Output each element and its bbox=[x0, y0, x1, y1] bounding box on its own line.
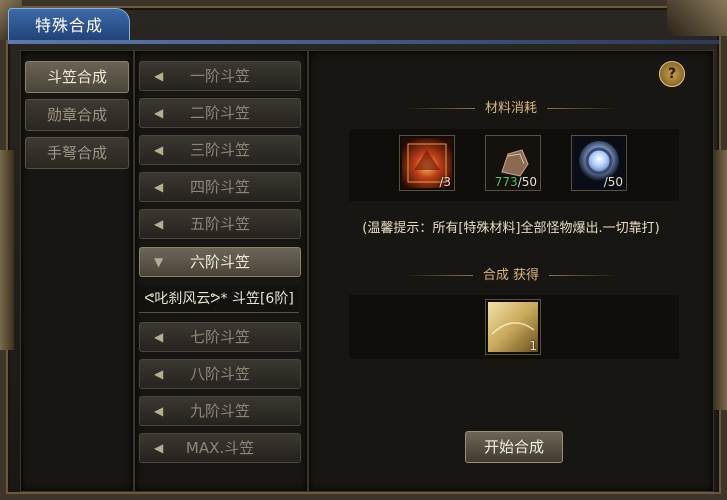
tier-label: MAX.斗笠 bbox=[185, 439, 255, 457]
material-count: 773/50 bbox=[494, 175, 537, 189]
material-slot[interactable]: 773/50 bbox=[485, 135, 541, 191]
tier-item[interactable]: ◀ 八阶斗笠 bbox=[139, 359, 301, 389]
result-header: 合成 获得 bbox=[309, 266, 713, 286]
tier-item[interactable]: ◀ 三阶斗笠 bbox=[139, 135, 301, 165]
tier-item[interactable]: ◀ 九阶斗笠 bbox=[139, 396, 301, 426]
tier-item-expanded[interactable]: ▼ 六阶斗笠 bbox=[139, 247, 301, 277]
divider bbox=[402, 275, 473, 276]
materials-header: 材料消耗 bbox=[309, 99, 713, 119]
category-button-crossbow[interactable]: 手弩合成 bbox=[25, 137, 129, 169]
category-button-medal[interactable]: 勋章合成 bbox=[25, 99, 129, 131]
tier-item[interactable]: ◀ MAX.斗笠 bbox=[139, 433, 301, 463]
tier-item[interactable]: ◀ 四阶斗笠 bbox=[139, 172, 301, 202]
synthesis-detail-panel: ? 材料消耗 /3 773/50 /50 (温馨提示：所有[特殊材料]全部怪物爆… bbox=[308, 50, 714, 492]
tier-label: 九阶斗笠 bbox=[189, 402, 250, 420]
tier-item[interactable]: ◀ 五阶斗笠 bbox=[139, 209, 301, 239]
result-count: 1 bbox=[529, 339, 537, 353]
tier-label: 四阶斗笠 bbox=[189, 178, 250, 196]
divider bbox=[547, 108, 617, 109]
start-synthesis-button[interactable]: 开始合成 bbox=[465, 431, 563, 463]
material-count: /50 bbox=[603, 175, 623, 189]
materials-row: /3 773/50 /50 bbox=[349, 129, 679, 201]
material-slot[interactable]: /50 bbox=[571, 135, 627, 191]
tier-label: 二阶斗笠 bbox=[189, 104, 250, 122]
category-panel: 斗笠合成 勋章合成 手弩合成 bbox=[20, 50, 134, 492]
hint-text: (温馨提示：所有[特殊材料]全部怪物爆出.一切靠打) bbox=[362, 221, 660, 236]
corner-ornament bbox=[667, 0, 727, 36]
material-slot[interactable]: /3 bbox=[399, 135, 455, 191]
result-slot[interactable]: 1 bbox=[485, 299, 541, 355]
tier-label: 一阶斗笠 bbox=[189, 67, 250, 85]
materials-title: 材料消耗 bbox=[484, 101, 537, 116]
tier-label: 三阶斗笠 bbox=[189, 141, 250, 159]
tier-item[interactable]: ◀ 二阶斗笠 bbox=[139, 98, 301, 128]
side-ornament bbox=[0, 150, 14, 350]
material-count: /3 bbox=[439, 175, 451, 189]
tier-label: 五阶斗笠 bbox=[189, 215, 250, 233]
title-bar-divider bbox=[8, 40, 719, 44]
tier-item[interactable]: ◀ 七阶斗笠 bbox=[139, 322, 301, 352]
tier-list-panel: ◀ 一阶斗笠 ◀ 二阶斗笠 ◀ 三阶斗笠 ◀ 四阶斗笠 ◀ 五阶斗笠 ▼ 六阶斗… bbox=[134, 50, 308, 492]
divider bbox=[404, 108, 475, 109]
help-button[interactable]: ? bbox=[659, 61, 685, 87]
category-button-hat[interactable]: 斗笠合成 bbox=[25, 61, 129, 93]
result-title: 合成 获得 bbox=[482, 268, 540, 283]
divider bbox=[549, 275, 620, 276]
side-ornament bbox=[713, 150, 727, 410]
hat-recipe-item[interactable]: ᕙ叱刹风云ᕗ* 斗笠[6阶] bbox=[139, 286, 299, 313]
result-row: 1 bbox=[349, 295, 679, 359]
tier-label: 八阶斗笠 bbox=[189, 365, 250, 383]
tier-item[interactable]: ◀ 一阶斗笠 bbox=[139, 61, 301, 91]
tier-label: 七阶斗笠 bbox=[189, 328, 250, 346]
tier-label: 六阶斗笠 bbox=[189, 253, 250, 271]
window-title: 特殊合成 bbox=[8, 8, 130, 43]
